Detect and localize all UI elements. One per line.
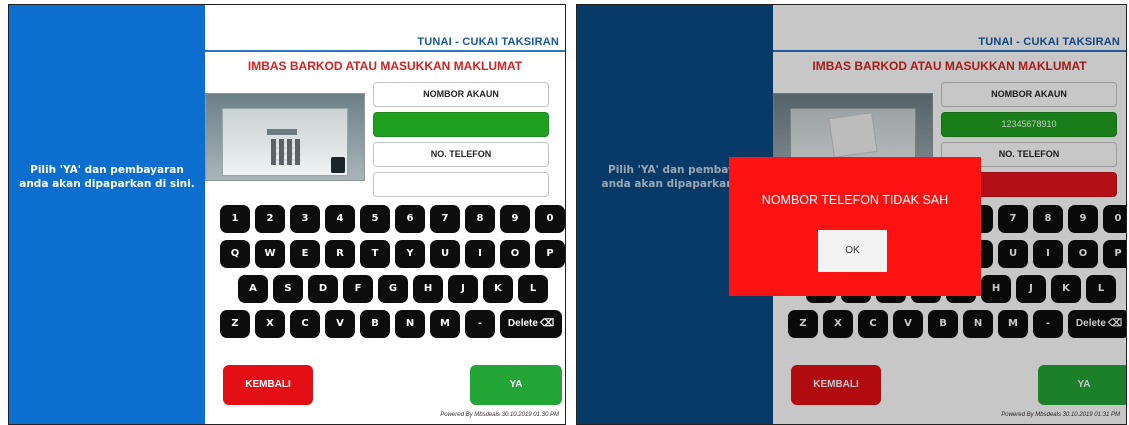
key-m[interactable]: M: [998, 310, 1028, 338]
page-title: TUNAI - CUKAI TAKSIRAN: [978, 36, 1120, 48]
key-v[interactable]: V: [893, 310, 923, 338]
key-e[interactable]: E: [290, 240, 320, 268]
header-divider: [773, 50, 1126, 52]
key-b[interactable]: B: [928, 310, 958, 338]
bill-paper-image: [828, 112, 878, 158]
account-number-input[interactable]: [373, 112, 549, 137]
page-title: TUNAI - CUKAI TAKSIRAN: [417, 36, 559, 48]
key-7[interactable]: 7: [998, 205, 1028, 233]
account-number-label: NOMBOR AKAUN: [941, 82, 1117, 107]
key-dash[interactable]: -: [1033, 310, 1063, 338]
kiosk-illustration: [205, 93, 365, 181]
key-j[interactable]: J: [448, 275, 478, 303]
key-1[interactable]: 1: [220, 205, 250, 233]
ok-button[interactable]: OK: [818, 230, 887, 272]
kiosk-panel-image: [222, 108, 348, 176]
back-button[interactable]: KEMBALI: [223, 365, 313, 405]
key-i[interactable]: I: [1033, 240, 1063, 268]
info-sidebar: Pilih 'YA' dan pembayaran anda akan dipa…: [9, 5, 205, 424]
key-k[interactable]: K: [1051, 275, 1081, 303]
key-9[interactable]: 9: [1068, 205, 1098, 233]
key-f[interactable]: F: [343, 275, 373, 303]
back-button[interactable]: KEMBALI: [791, 365, 881, 405]
account-number-input[interactable]: 12345678910: [941, 112, 1117, 137]
key-w[interactable]: W: [255, 240, 285, 268]
key-8[interactable]: 8: [1033, 205, 1063, 233]
key-p[interactable]: P: [535, 240, 565, 268]
key-9[interactable]: 9: [500, 205, 530, 233]
key-p[interactable]: P: [1103, 240, 1126, 268]
footer-timestamp: Powered By Mbsdeals 30.10.2019 01:30 PM: [440, 412, 559, 418]
key-l[interactable]: L: [518, 275, 548, 303]
key-8[interactable]: 8: [465, 205, 495, 233]
key-n[interactable]: N: [963, 310, 993, 338]
key-k[interactable]: K: [483, 275, 513, 303]
error-message: NOMBOR TELEFON TIDAK SAH: [761, 193, 949, 207]
key-j[interactable]: J: [1016, 275, 1046, 303]
key-0[interactable]: 0: [535, 205, 565, 233]
key-7[interactable]: 7: [430, 205, 460, 233]
key-o[interactable]: O: [1068, 240, 1098, 268]
key-3[interactable]: 3: [290, 205, 320, 233]
backspace-icon: ⌫: [539, 318, 555, 329]
key-b[interactable]: B: [360, 310, 390, 338]
key-0[interactable]: 0: [1103, 205, 1126, 233]
key-n[interactable]: N: [395, 310, 425, 338]
kiosk-slot-image: [267, 129, 297, 135]
key-2[interactable]: 2: [255, 205, 285, 233]
yes-button[interactable]: YA: [1038, 365, 1126, 405]
phone-number-label: NO. TELEFON: [373, 142, 549, 167]
main-content: TUNAI - CUKAI TAKSIRAN IMBAS BARKOD ATAU…: [205, 5, 565, 424]
key-z[interactable]: Z: [788, 310, 818, 338]
delete-key-label: Delete: [507, 318, 538, 329]
key-5[interactable]: 5: [360, 205, 390, 233]
sidebar-message-line2: anda akan dipaparkan di sini.: [19, 178, 195, 190]
key-c[interactable]: C: [290, 310, 320, 338]
key-c[interactable]: C: [858, 310, 888, 338]
key-l[interactable]: L: [1086, 275, 1116, 303]
key-x[interactable]: X: [823, 310, 853, 338]
sidebar-message: Pilih 'YA' dan pembayaran anda akan dipa…: [9, 163, 205, 191]
key-v[interactable]: V: [325, 310, 355, 338]
key-y[interactable]: Y: [395, 240, 425, 268]
yes-button[interactable]: YA: [470, 365, 562, 405]
sidebar-message-line1: Pilih 'YA' dan pembayaran: [30, 164, 184, 176]
delete-key[interactable]: Delete ⌫: [500, 310, 562, 338]
key-s[interactable]: S: [273, 275, 303, 303]
instruction-text: IMBAS BARKOD ATAU MASUKKAN MAKLUMAT: [247, 59, 523, 73]
account-number-label: NOMBOR AKAUN: [373, 82, 549, 107]
phone-number-input[interactable]: [373, 172, 549, 197]
footer-timestamp: Powered By Mbsdeals 30.10.2019 01:31 PM: [1001, 412, 1120, 418]
key-m[interactable]: M: [430, 310, 460, 338]
header-divider: [205, 50, 565, 52]
key-o[interactable]: O: [500, 240, 530, 268]
key-t[interactable]: T: [360, 240, 390, 268]
key-u[interactable]: U: [998, 240, 1028, 268]
key-dash[interactable]: -: [465, 310, 495, 338]
key-a[interactable]: A: [238, 275, 268, 303]
barcode-scanner-image: [331, 157, 345, 173]
key-6[interactable]: 6: [395, 205, 425, 233]
instruction-text: IMBAS BARKOD ATAU MASUKKAN MAKLUMAT: [812, 59, 1087, 73]
kiosk-screen-error: Pilih 'YA' dan pembaya anda akan dipapar…: [576, 4, 1127, 425]
key-h[interactable]: H: [981, 275, 1011, 303]
delete-key-label: Delete: [1075, 318, 1106, 329]
error-dialog: NOMBOR TELEFON TIDAK SAH OK: [729, 157, 981, 296]
kiosk-keypad-image: [271, 139, 301, 165]
kiosk-screen-before: Pilih 'YA' dan pembayaran anda akan dipa…: [8, 4, 566, 425]
key-x[interactable]: X: [255, 310, 285, 338]
key-h[interactable]: H: [413, 275, 443, 303]
key-d[interactable]: D: [308, 275, 338, 303]
key-z[interactable]: Z: [220, 310, 250, 338]
backspace-icon: ⌫: [1107, 318, 1123, 329]
key-i[interactable]: I: [465, 240, 495, 268]
key-r[interactable]: R: [325, 240, 355, 268]
key-4[interactable]: 4: [325, 205, 355, 233]
key-q[interactable]: Q: [220, 240, 250, 268]
key-g[interactable]: G: [378, 275, 408, 303]
delete-key[interactable]: Delete ⌫: [1068, 310, 1126, 338]
key-u[interactable]: U: [430, 240, 460, 268]
